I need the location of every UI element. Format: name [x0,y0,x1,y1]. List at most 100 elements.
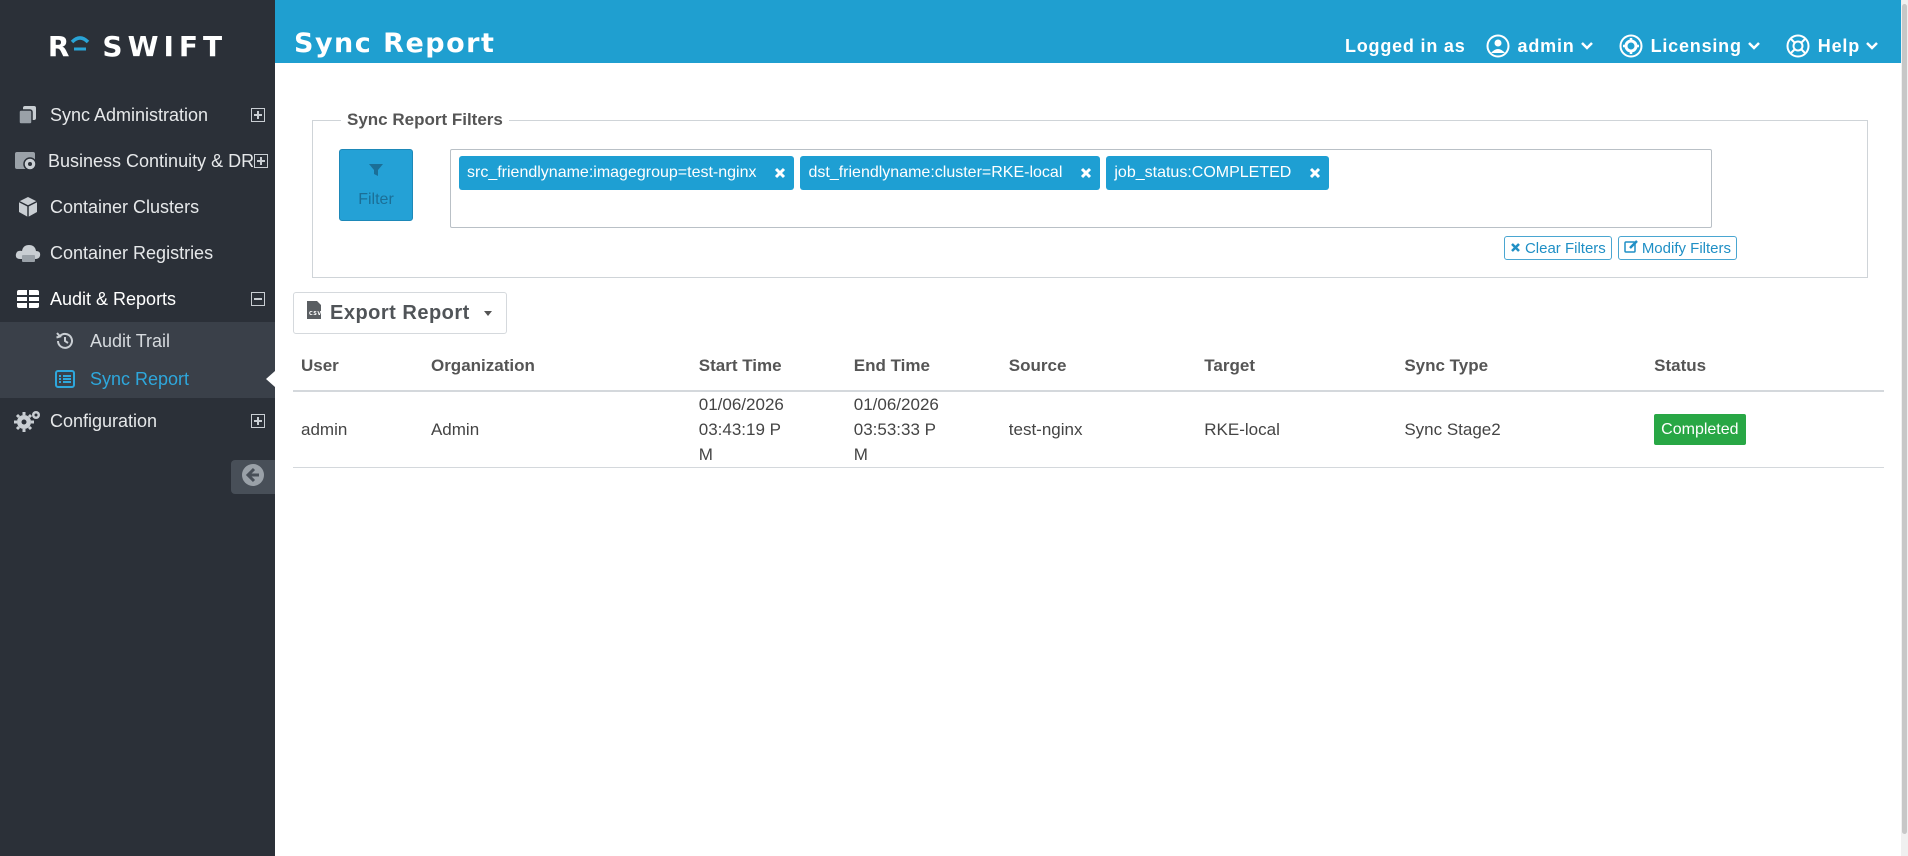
remove-tag-icon[interactable] [1309,167,1321,179]
sidebar-item-label: Container Clusters [50,196,200,217]
main-content: Sync Report Filters Filter src_friendlyn… [275,63,1901,856]
export-report-button[interactable]: CSV Export Report [293,292,507,334]
caret-down-icon [483,310,492,316]
chevron-down-icon [1580,41,1593,51]
collapse-section-icon[interactable] [251,292,265,306]
copy-icon [14,101,42,129]
sidebar-item-container-clusters[interactable]: Container Clusters [0,184,275,230]
table-icon [14,285,42,313]
start-time-line1: 01/06/2026 03:43:19 P [698,395,784,439]
user-circle-icon [1486,34,1510,58]
expand-icon[interactable] [254,154,269,168]
help-menu[interactable]: Help [1786,34,1878,58]
user-menu[interactable]: admin [1486,34,1593,58]
end-time-line2: M [853,445,868,464]
sidebar-item-label: Container Registries [50,242,214,263]
modify-filters-button[interactable]: Modify Filters [1617,236,1737,260]
filter-tags-input[interactable]: src_friendlyname:imagegroup=test-nginx d… [450,149,1712,228]
sidebar-item-label: Business Continuity & DR [48,150,255,171]
top-header: Sync Report Logged in as admin Licensing [275,0,1908,63]
column-header-source[interactable]: Source [1000,341,1197,392]
filter-button[interactable]: Filter [339,149,413,221]
sidebar-collapse-button[interactable] [231,460,275,494]
cell-user: admin [293,391,423,468]
app-logo[interactable]: R SWIFT [0,0,275,92]
start-time-line2: M [698,445,713,464]
lifebuoy-icon [1786,34,1810,58]
dr-gear-icon [14,147,40,175]
expand-icon[interactable] [251,414,265,428]
export-report-label: Export Report [330,301,470,324]
close-icon [1510,240,1521,257]
cloud-server-icon [14,239,42,267]
sidebar-item-sync-report[interactable]: Sync Report [0,360,275,398]
logo-swoosh-icon [71,36,90,51]
cell-source: test-nginx [1000,391,1197,468]
csv-file-icon: CSV [306,300,322,326]
modify-filters-label: Modify Filters [1641,239,1731,257]
status-badge: Completed [1654,414,1746,445]
sync-report-table: User Organization Start Time End Time So… [293,341,1884,468]
cell-end-time: 01/06/2026 03:53:33 P M [845,391,1001,468]
user-name: admin [1517,35,1575,56]
cell-organization: Admin [422,391,691,468]
sidebar-item-label: Sync Administration [50,104,209,125]
logo-mark-letter: R [47,29,71,63]
filter-tag: src_friendlyname:imagegroup=test-nginx [459,156,795,190]
filter-tag: job_status:COMPLETED [1106,156,1330,190]
header-actions: Logged in as admin Licensing Help [1345,34,1878,58]
column-header-user[interactable]: User [293,341,423,392]
edit-icon [1624,239,1638,257]
column-header-sync-type[interactable]: Sync Type [1396,341,1647,392]
funnel-icon [368,162,384,183]
clear-filters-button[interactable]: Clear Filters [1503,236,1612,260]
licensing-label: Licensing [1650,35,1742,56]
column-header-start-time[interactable]: Start Time [690,341,846,392]
scrollbar-thumb[interactable] [1902,4,1907,834]
filters-legend: Sync Report Filters [347,110,503,129]
sidebar-item-business-continuity[interactable]: Business Continuity & DR [0,138,275,184]
sidebar-item-configuration[interactable]: Configuration [0,398,275,444]
logo-text: SWIFT [102,29,228,63]
sidebar-item-audit-trail[interactable]: Audit Trail [0,322,275,360]
gears-icon [14,407,42,435]
vertical-scrollbar[interactable] [1901,0,1908,856]
column-header-target[interactable]: Target [1196,341,1397,392]
logo-mark: R [48,30,93,63]
column-header-organization[interactable]: Organization [422,341,691,392]
filter-tag-label: dst_friendlyname:cluster=RKE-local [808,164,1063,181]
column-header-end-time[interactable]: End Time [845,341,1001,392]
arrow-left-circle-icon [241,463,265,492]
filter-actions: Clear Filters Modify Filters [1503,236,1737,260]
remove-tag-icon[interactable] [774,167,786,179]
table-header-row: User Organization Start Time End Time So… [293,341,1884,392]
filters-panel: Sync Report Filters Filter src_friendlyn… [312,110,1868,278]
sidebar-item-sync-administration[interactable]: Sync Administration [0,92,275,138]
column-header-status[interactable]: Status [1646,341,1884,392]
sidebar-item-container-registries[interactable]: Container Registries [0,230,275,276]
cube-icon [14,193,42,221]
cell-sync-type: Sync Stage2 [1396,391,1647,468]
expand-icon[interactable] [251,108,265,122]
help-label: Help [1817,35,1860,56]
sidebar: R SWIFT Sync Administration Business Con… [0,0,275,856]
sidebar-item-label: Configuration [50,410,158,431]
chevron-down-icon [1747,41,1760,51]
logged-in-label: Logged in as [1344,35,1466,56]
page-title: Sync Report [294,28,496,59]
gear-circle-icon [1619,34,1643,58]
clear-filters-label: Clear Filters [1524,239,1606,257]
history-icon [54,330,76,352]
sidebar-item-audit-reports[interactable]: Audit & Reports [0,276,275,322]
audit-reports-subnav: Audit Trail Sync Report [0,322,275,398]
sidebar-item-label: Sync Report [90,368,190,389]
sidebar-item-label: Audit Trail [90,330,171,351]
filter-tag: dst_friendlyname:cluster=RKE-local [800,156,1101,190]
filter-tag-label: job_status:COMPLETED [1114,164,1292,181]
table-row[interactable]: admin Admin 01/06/2026 03:43:19 P M 01/0… [293,391,1884,468]
remove-tag-icon[interactable] [1080,167,1092,179]
filter-button-label: Filter [358,190,394,208]
licensing-menu[interactable]: Licensing [1619,34,1760,58]
cell-target: RKE-local [1196,391,1397,468]
list-icon [54,368,76,390]
